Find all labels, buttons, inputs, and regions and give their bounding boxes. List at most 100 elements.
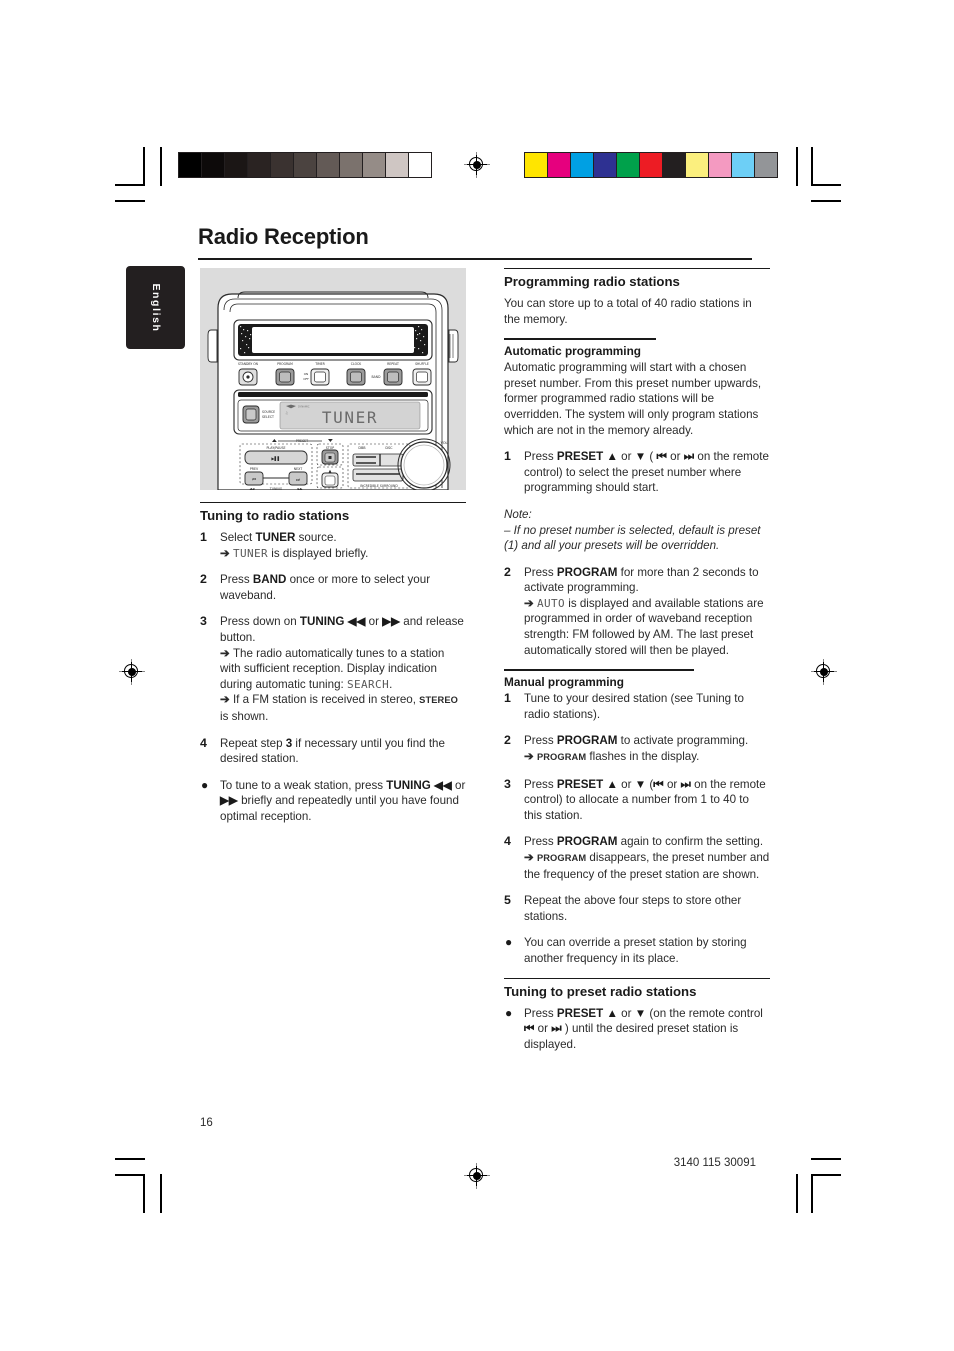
step-text: or: [617, 777, 635, 791]
step-text: Press: [524, 835, 557, 849]
svg-text:PLAY/PAUSE: PLAY/PAUSE: [267, 446, 286, 450]
instruction-step: ● To tune to a weak station, press TUNING…: [200, 778, 466, 825]
svg-text:PROGRAM: PROGRAM: [277, 362, 293, 366]
instruction-step: 1 Tune to your desired station (see Tunin…: [504, 691, 770, 722]
instruction-step: 4 Repeat step 3 if necessary until you fi…: [200, 736, 466, 767]
svg-text:TUNING: TUNING: [269, 487, 283, 490]
lcd-display-text: AUTO: [536, 596, 566, 610]
svg-text:REPEAT: REPEAT: [387, 362, 399, 366]
svg-text:▶▌▌: ▶▌▌: [271, 456, 280, 461]
step-text: again to confirm the setting.: [617, 835, 764, 849]
svg-text:INCREDIBLE SURROUND: INCREDIBLE SURROUND: [360, 484, 398, 488]
registration-crosshair-icon-left: [119, 659, 145, 685]
step-text: (: [646, 450, 657, 464]
step-number-marker: 3: [200, 614, 207, 629]
instruction-step: 2 Press PROGRAM for more than 2 seconds t…: [504, 565, 770, 659]
step-text: Press: [524, 565, 557, 579]
crop-mark-bottom-left-horizontal: [115, 1174, 145, 1176]
svg-text:CLOCK: CLOCK: [351, 362, 362, 366]
crop-mark-top-right-vertical: [811, 147, 813, 186]
crop-mark-bottom-left-vertical: [143, 1174, 145, 1213]
color-swatch: [662, 153, 685, 177]
crop-mark-top-right-horizontal: [811, 184, 841, 186]
step-number-marker: 1: [200, 529, 207, 544]
crop-mark-top-left-vertical: [143, 147, 145, 186]
svg-text:DYNAMIC: DYNAMIC: [298, 405, 310, 409]
step-number-marker: 2: [504, 564, 511, 579]
step-text: Repeat step: [220, 736, 286, 750]
step-body: Press PRESET ▲ or ▼ (on the remote contr…: [524, 1006, 770, 1053]
step-body: Select TUNER source. ➔ TUNER is displayed…: [220, 530, 466, 561]
display-indicator-text: STEREO: [419, 695, 458, 706]
result-arrow-icon: ➔: [524, 596, 537, 610]
document-code: 3140 115 30091: [673, 1157, 756, 1169]
emphasis-control-name: ⏮: [656, 450, 667, 464]
step-body: Press PROGRAM to activate programming. ➔ …: [524, 733, 770, 765]
step-body: Press down on TUNING ◀◀ or ▶▶ and releas…: [220, 614, 466, 724]
step-number-marker: 2: [200, 572, 207, 587]
preset-tuning-steps-list: ● Press PRESET ▲ or ▼ (on the remote cont…: [504, 1006, 770, 1053]
crop-mark-top-left-rule: [160, 147, 162, 186]
crop-mark-bottom-right-bleed: [811, 1158, 841, 1160]
step-number-marker: 4: [504, 834, 511, 849]
crop-mark-bottom-left-rule: [160, 1174, 162, 1213]
emphasis-control-name: TUNING ◀◀: [386, 778, 452, 792]
step-text: Press: [524, 777, 557, 791]
automatic-programming-heading: Automatic programming: [504, 343, 641, 358]
emphasis-control-name: ⏭: [683, 450, 695, 464]
device-front-panel-illustration: STANDBY ON PROGRAM TIMER ON OFF CLOCK RE: [200, 268, 466, 490]
step-text: You can override a preset station by sto…: [524, 936, 747, 965]
page-title: Radio Reception: [198, 224, 369, 249]
instruction-step: 3 Press down on TUNING ◀◀ or ▶▶ and relea…: [200, 614, 466, 724]
step-text: Tune to your desired station (see Tuning…: [524, 692, 744, 721]
result-arrow-icon: ➔: [524, 850, 537, 864]
crop-mark-bottom-left-bleed: [115, 1158, 145, 1160]
grayscale-calibration-bar: [178, 152, 432, 178]
manual-programming-heading: Manual programming: [504, 674, 624, 689]
title-divider: [198, 258, 752, 261]
step-text: or: [534, 1022, 552, 1036]
step-number-marker: 3: [504, 776, 511, 791]
step-text: Select: [220, 530, 256, 544]
step-text: To tune to a weak station, press: [220, 778, 387, 792]
color-swatch: [616, 153, 639, 177]
language-tab-label: English: [149, 282, 162, 333]
registration-crosshair-icon-top: [464, 152, 490, 178]
step-number-marker: 2: [504, 733, 511, 748]
programming-intro-text: You can store up to a total of 40 radio …: [504, 296, 752, 326]
color-swatch: [570, 153, 593, 177]
crop-mark-top-left-bleed: [115, 200, 145, 202]
instruction-step: 1 Select TUNER source. ➔ TUNER is displaye…: [200, 530, 466, 561]
crop-mark-bottom-right-vertical: [811, 1174, 813, 1213]
lcd-display-text: SEARCH: [346, 677, 390, 691]
step-body: Press BAND once or more to select your w…: [220, 572, 466, 603]
preset-tuning-heading: Tuning to preset radio stations: [504, 983, 697, 999]
step-text: The radio automatically tunes to a stati…: [220, 646, 445, 691]
crop-mark-top-left-horizontal: [115, 184, 145, 186]
step-text: or: [365, 615, 383, 629]
emphasis-control-name: ▼: [634, 777, 647, 791]
svg-text:SELECT: SELECT: [262, 415, 274, 419]
instruction-step: ● You can override a preset station by st…: [504, 935, 770, 966]
step-text: is shown.: [220, 709, 269, 723]
left-column: STANDBY ON PROGRAM TIMER ON OFF CLOCK RE: [200, 268, 466, 835]
automatic-programming-intro: Automatic programming will start with a …: [504, 361, 762, 437]
programming-section-heading: Programming radio stations: [504, 274, 680, 290]
step-text: Press: [524, 450, 557, 464]
svg-text:STANDBY ON: STANDBY ON: [238, 362, 259, 366]
step-body: Press PROGRAM again to confirm the setti…: [524, 834, 770, 882]
emphasis-control-name: ⏭: [551, 1022, 562, 1036]
step-body: To tune to a weak station, press TUNING …: [220, 778, 466, 825]
instruction-step: 2 Press PROGRAM to activate programming. ➔…: [504, 733, 770, 765]
step-text: to activate programming.: [617, 734, 749, 748]
color-swatch: [731, 153, 754, 177]
svg-text:SHUFFLE: SHUFFLE: [415, 362, 429, 366]
instruction-step: 2 Press BAND once or more to select your …: [200, 572, 466, 603]
color-swatch: [685, 153, 708, 177]
svg-text:TUNER: TUNER: [322, 408, 378, 427]
tuning-section-heading: Tuning to radio stations: [200, 508, 350, 524]
registration-crosshair-icon-bottom: [464, 1163, 490, 1189]
step-text: or: [666, 450, 684, 464]
step-number-marker: 1: [504, 691, 511, 706]
crop-mark-top-right-bleed: [811, 200, 841, 202]
